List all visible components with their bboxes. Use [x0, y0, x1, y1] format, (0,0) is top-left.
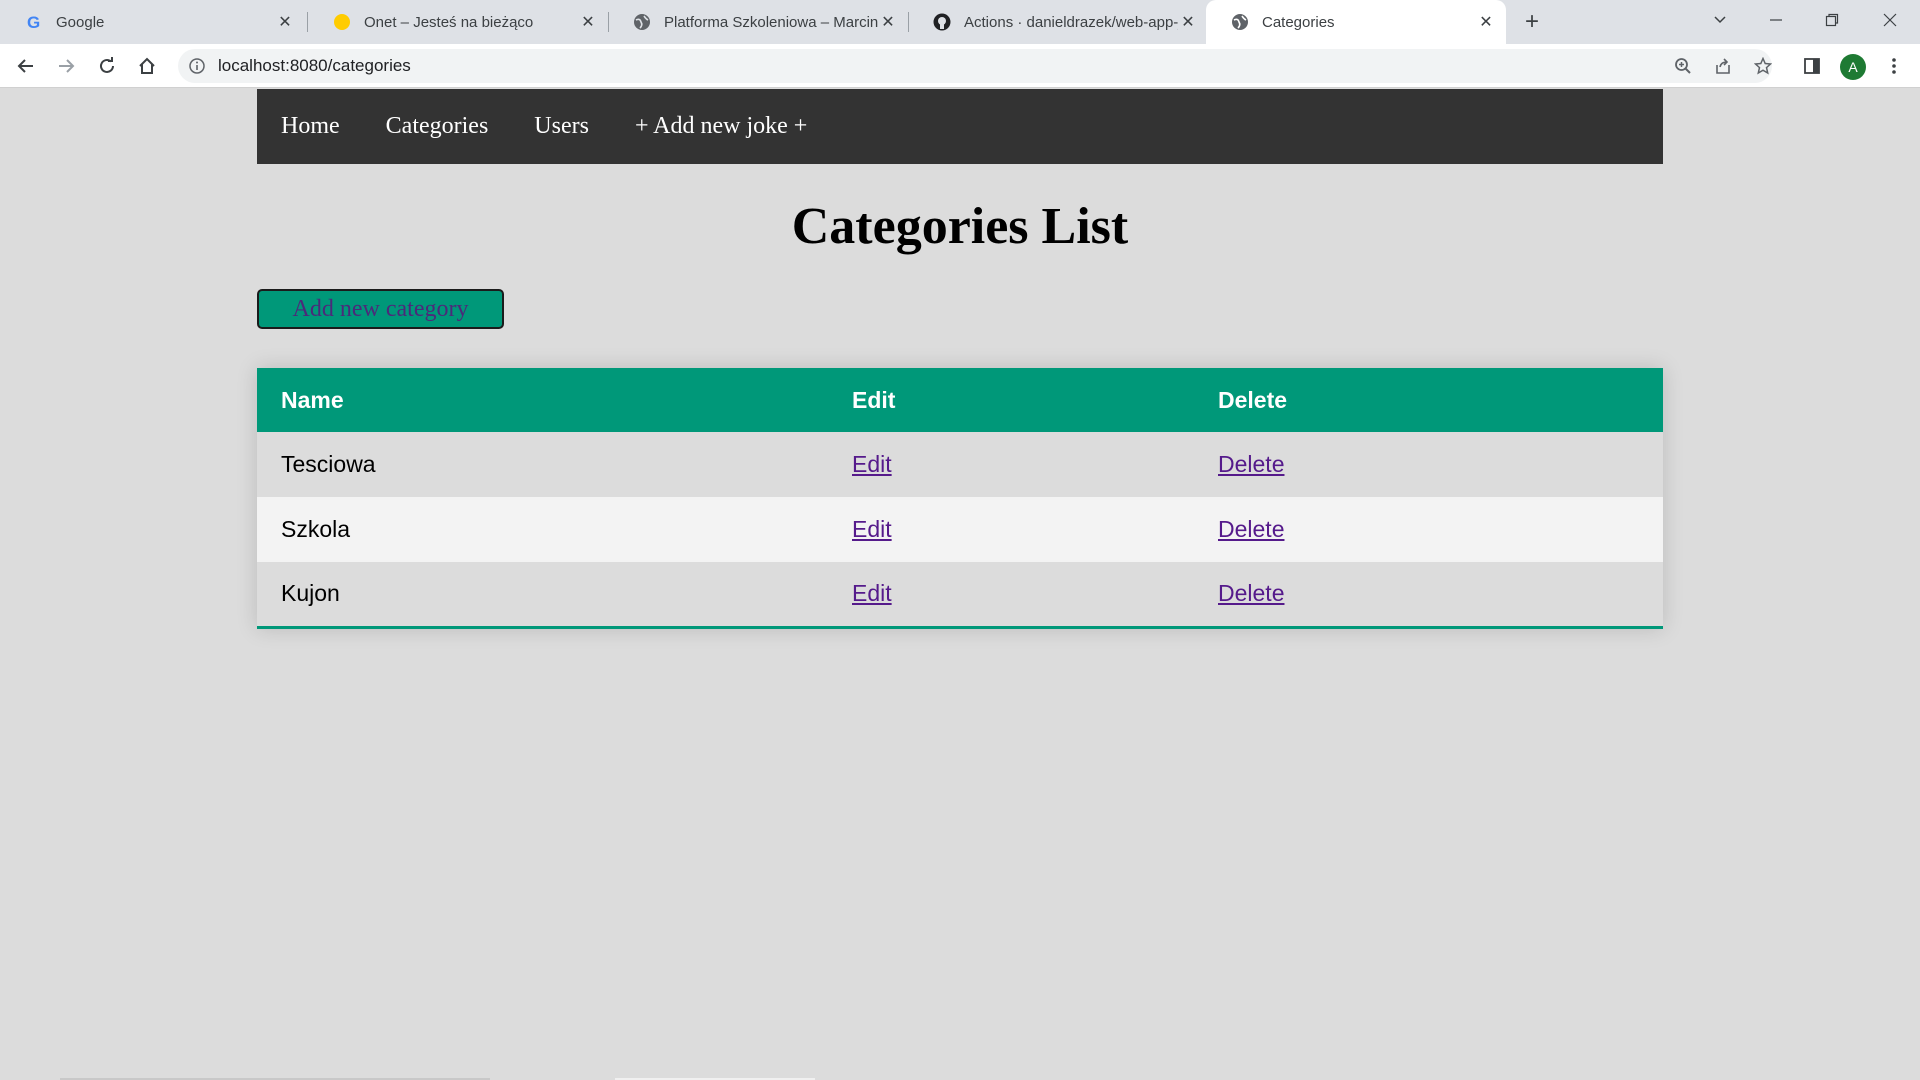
avatar[interactable]: A: [1840, 54, 1866, 80]
google-icon: G: [24, 12, 44, 32]
tab-onet[interactable]: Onet – Jesteś na bieżąco ✕: [308, 0, 608, 44]
table-row: Szkola Edit Delete: [257, 497, 1663, 562]
add-category-button[interactable]: Add new category: [257, 289, 504, 329]
tab-google[interactable]: G Google ✕: [0, 0, 305, 44]
column-header-edit: Edit: [828, 368, 1194, 432]
github-icon: [932, 12, 952, 32]
tab-strip: G Google ✕ Onet – Jesteś na bieżąco ✕ Pl…: [0, 0, 1920, 44]
forward-icon[interactable]: [52, 52, 80, 80]
delete-link[interactable]: Delete: [1218, 516, 1284, 542]
category-name: Szkola: [257, 497, 828, 562]
side-panel-icon[interactable]: [1798, 52, 1826, 80]
close-icon[interactable]: ✕: [578, 12, 598, 32]
page-title: Categories List: [791, 198, 1129, 255]
tab-title: Onet – Jesteś na bieżąco: [364, 13, 534, 31]
back-icon[interactable]: [12, 52, 40, 80]
edit-link[interactable]: Edit: [852, 451, 892, 477]
tab-categories[interactable]: Categories ✕: [1206, 0, 1506, 44]
edit-link[interactable]: Edit: [852, 580, 892, 606]
bookmark-star-icon[interactable]: [1746, 49, 1780, 83]
tab-search-icon[interactable]: [1692, 0, 1748, 40]
close-icon[interactable]: ✕: [1476, 12, 1496, 32]
edit-cell: Edit: [828, 497, 1194, 562]
tab-title: Actions · danieldrazek/web-app-j: [964, 13, 1178, 31]
url-text[interactable]: localhost:8080/categories: [218, 56, 411, 76]
table-row: Kujon Edit Delete: [257, 562, 1663, 629]
category-name: Tesciowa: [257, 432, 828, 497]
share-icon[interactable]: [1706, 49, 1740, 83]
delete-link[interactable]: Delete: [1218, 451, 1284, 477]
new-tab-button[interactable]: +: [1518, 8, 1546, 36]
close-icon[interactable]: ✕: [275, 12, 295, 32]
info-icon[interactable]: [188, 57, 206, 75]
site-navbar: Home Categories Users + Add new joke +: [257, 89, 1663, 164]
svg-text:G: G: [27, 13, 40, 31]
nav-categories[interactable]: Categories: [386, 113, 489, 140]
delete-cell: Delete: [1194, 432, 1663, 497]
home-icon[interactable]: [133, 52, 161, 80]
minimize-icon[interactable]: [1748, 0, 1804, 40]
tab-title: Categories: [1262, 13, 1335, 31]
table-header-row: Name Edit Delete: [257, 368, 1663, 432]
globe-icon: [1230, 12, 1250, 32]
category-name: Kujon: [257, 562, 828, 629]
edit-cell: Edit: [828, 562, 1194, 629]
close-icon[interactable]: ✕: [1178, 12, 1198, 32]
tab-platforma[interactable]: Platforma Szkoleniowa – Marcin ( ✕: [608, 0, 908, 44]
column-header-delete: Delete: [1194, 368, 1663, 432]
restore-icon[interactable]: [1804, 0, 1860, 40]
tab-title: Google: [56, 13, 105, 31]
menu-kebab-icon[interactable]: [1880, 52, 1908, 80]
globe-icon: [632, 12, 652, 32]
nav-add-joke[interactable]: + Add new joke +: [635, 113, 807, 140]
tab-github-actions[interactable]: Actions · danieldrazek/web-app-j ✕: [908, 0, 1208, 44]
categories-table: Name Edit Delete Tesciowa Edit Delete Sz…: [257, 368, 1663, 629]
onet-icon: [332, 12, 352, 32]
close-window-icon[interactable]: [1862, 0, 1918, 40]
page-content: Home Categories Users + Add new joke + C…: [0, 89, 1920, 1080]
browser-toolbar: localhost:8080/categories A: [0, 44, 1920, 88]
edit-link[interactable]: Edit: [852, 516, 892, 542]
table-row: Tesciowa Edit Delete: [257, 432, 1663, 497]
delete-cell: Delete: [1194, 497, 1663, 562]
column-header-name: Name: [257, 368, 828, 432]
address-bar[interactable]: localhost:8080/categories: [178, 49, 1772, 83]
delete-link[interactable]: Delete: [1218, 580, 1284, 606]
zoom-icon[interactable]: [1666, 49, 1700, 83]
close-icon[interactable]: ✕: [878, 12, 898, 32]
edit-cell: Edit: [828, 432, 1194, 497]
tab-title: Platforma Szkoleniowa – Marcin (: [664, 13, 878, 31]
reload-icon[interactable]: [93, 52, 121, 80]
delete-cell: Delete: [1194, 562, 1663, 629]
nav-users[interactable]: Users: [534, 113, 589, 140]
nav-home[interactable]: Home: [281, 113, 340, 140]
